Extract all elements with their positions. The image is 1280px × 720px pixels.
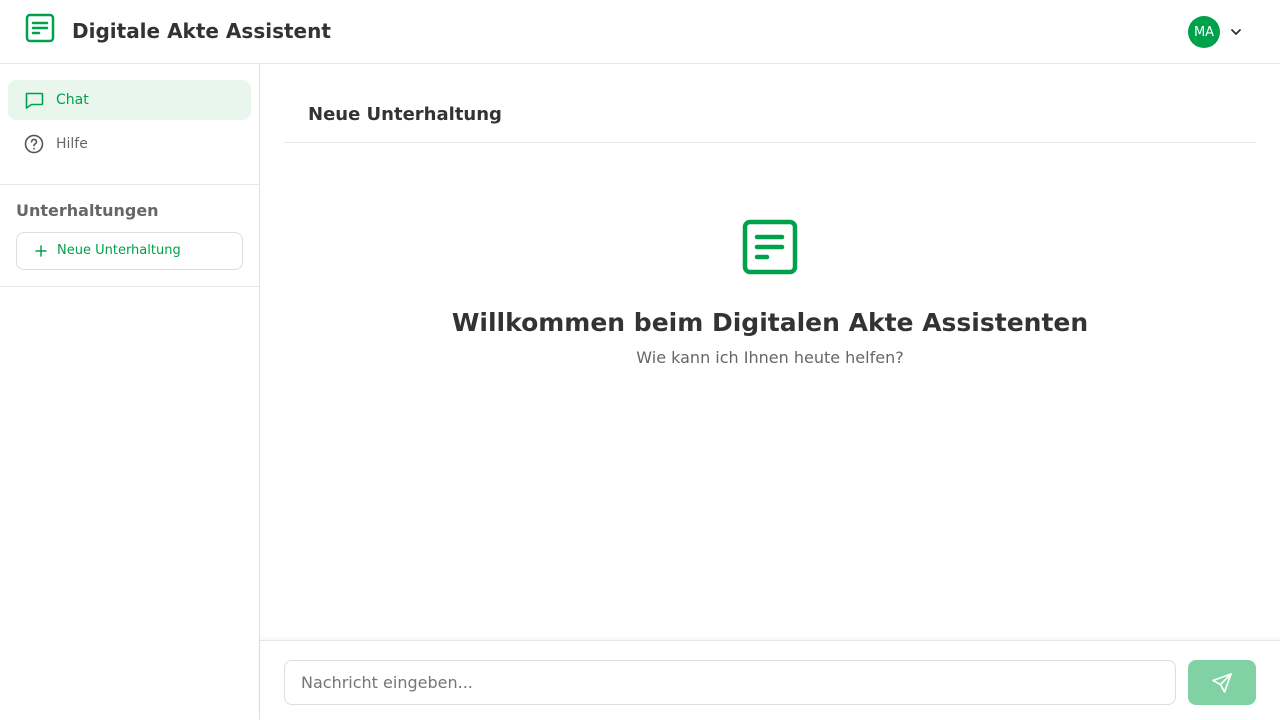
welcome-title: Willkommen beim Digitalen Akte Assistent…	[451, 308, 1089, 337]
chat-main: Neue Unterhaltung Willkommen beim Digita…	[260, 64, 1280, 720]
sidebar-item-help[interactable]: Hilfe	[8, 124, 251, 164]
app-title: Digitale Akte Assistent	[72, 19, 331, 43]
conversation-title: Neue Unterhaltung	[308, 104, 502, 125]
user-avatar[interactable]: MA	[1188, 16, 1220, 48]
sidebar-item-label: Chat	[56, 92, 89, 108]
sidebar: Chat Hilfe Unterhaltungen Neue Unterhalt…	[0, 64, 260, 720]
chat-bubble-icon	[25, 92, 44, 109]
app-header: Digitale Akte Assistent MA	[0, 0, 1280, 64]
sidebar-item-label: Hilfe	[56, 136, 88, 152]
user-initials: MA	[1193, 24, 1215, 40]
new-conversation-button[interactable]: Neue Unterhaltung	[16, 232, 243, 270]
sidebar-item-chat[interactable]: Chat	[8, 80, 251, 120]
send-button[interactable]	[1188, 660, 1256, 705]
chevron-down-icon[interactable]	[1229, 25, 1243, 39]
sidebar-divider	[0, 286, 259, 287]
conversations-heading: Unterhaltungen	[16, 201, 159, 220]
sidebar-divider	[0, 184, 259, 185]
message-input[interactable]	[284, 660, 1176, 705]
title-divider	[284, 142, 1256, 143]
welcome-subtitle: Wie kann ich Ihnen heute helfen?	[636, 348, 904, 367]
plus-icon	[35, 245, 47, 257]
document-icon	[742, 219, 798, 275]
send-icon	[1212, 672, 1232, 693]
message-composer	[260, 640, 1280, 720]
new-conversation-label: Neue Unterhaltung	[57, 243, 181, 258]
help-circle-icon	[24, 134, 44, 154]
document-icon	[25, 13, 55, 43]
